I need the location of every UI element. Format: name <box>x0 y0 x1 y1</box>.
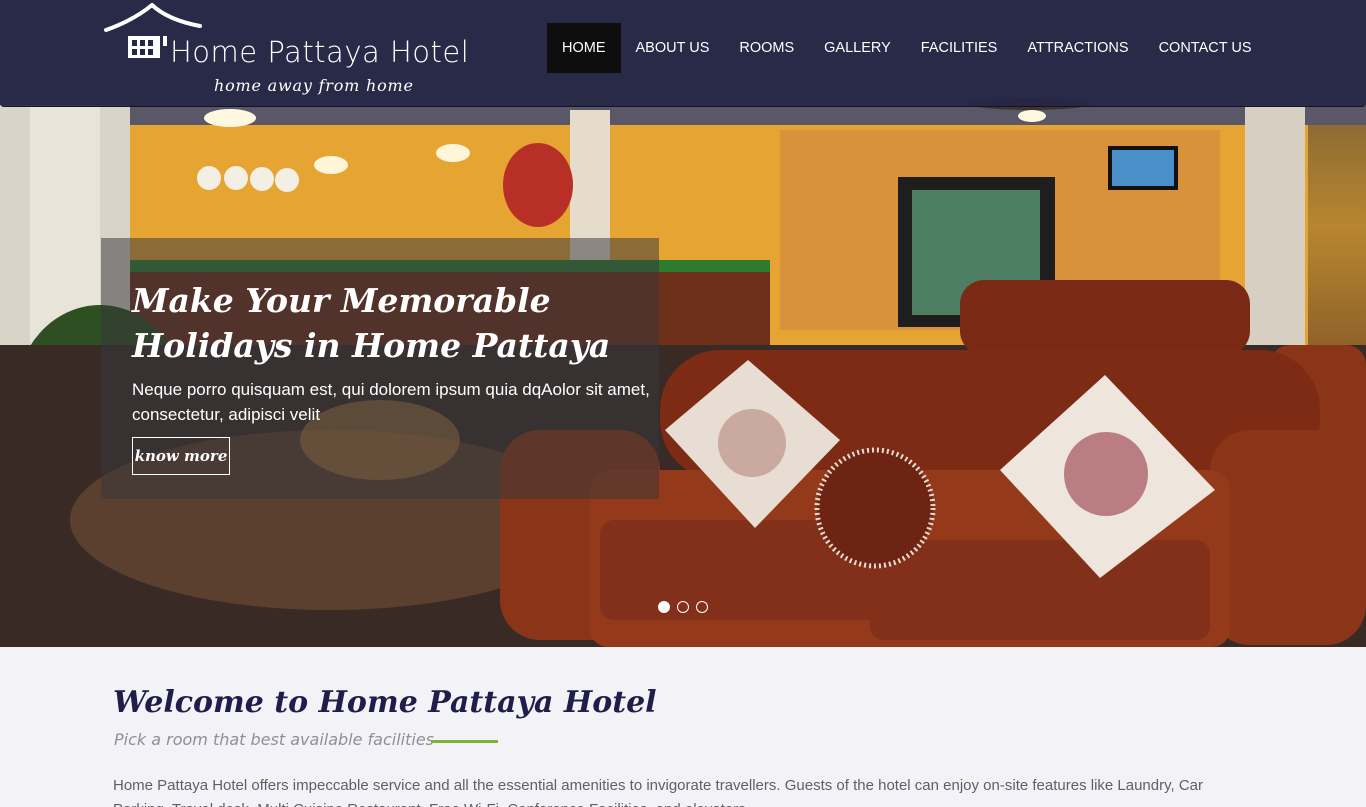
nav-gallery[interactable]: GALLERY <box>809 23 906 73</box>
slider-dot-1[interactable] <box>658 601 670 613</box>
welcome-paragraph: Home Pattaya Hotel offers impeccable ser… <box>113 777 1204 807</box>
hero-text: Neque porro quisquam est, qui dolorem ip… <box>132 380 650 424</box>
site-header: Home Pattaya Hotel home away from home H… <box>0 0 1366 107</box>
subtitle-accent-line <box>431 740 498 743</box>
slider-dot-2[interactable] <box>677 601 689 613</box>
slider-dots <box>658 601 708 613</box>
nav-facilities[interactable]: FACILITIES <box>906 23 1013 73</box>
hero-caption: Make Your Memorable Holidays in Home Pat… <box>101 238 659 499</box>
nav-rooms[interactable]: ROOMS <box>724 23 809 73</box>
hero-title: Make Your Memorable Holidays in Home Pat… <box>132 281 611 365</box>
building-logo-icon <box>128 36 167 58</box>
nav-contact-us[interactable]: CONTACT US <box>1144 23 1267 73</box>
site-logo[interactable]: Home Pattaya Hotel home away from home <box>104 2 469 102</box>
logo-tagline: home away from home <box>214 76 414 95</box>
nav-about-us[interactable]: ABOUT US <box>621 23 725 73</box>
logo-title: Home Pattaya Hotel <box>170 35 470 69</box>
house-roof-logo-icon <box>104 3 202 32</box>
welcome-section: Welcome to Home Pattaya Hotel Pick a roo… <box>0 647 1366 807</box>
welcome-subtitle: Pick a room that best available faciliti… <box>114 730 435 749</box>
nav-home[interactable]: HOME <box>547 23 621 73</box>
main-nav: HOME ABOUT US ROOMS GALLERY FACILITIES A… <box>547 23 1267 73</box>
welcome-title: Welcome to Home Pattaya Hotel <box>113 685 657 720</box>
slider-dot-3[interactable] <box>696 601 708 613</box>
know-more-button[interactable]: know more <box>132 437 230 475</box>
nav-attractions[interactable]: ATTRACTIONS <box>1012 23 1143 73</box>
